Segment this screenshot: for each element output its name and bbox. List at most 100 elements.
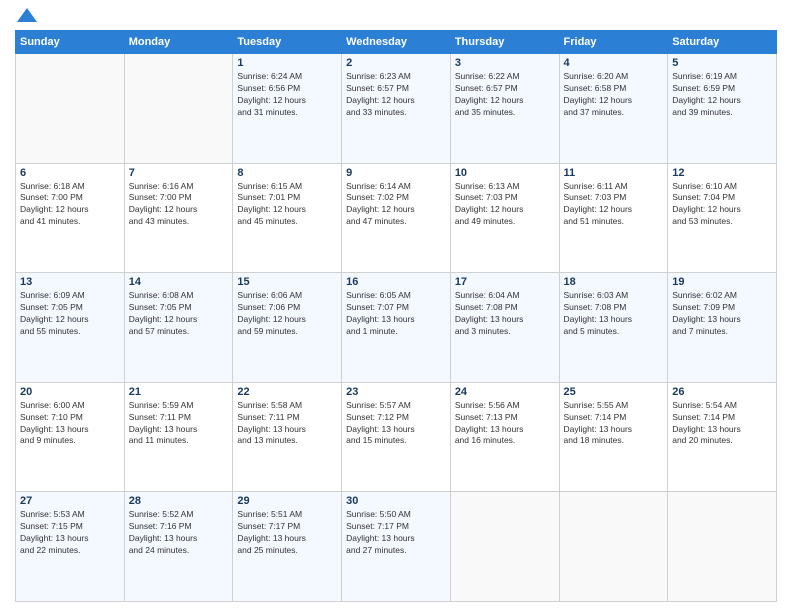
day-detail: Sunrise: 6:15 AM Sunset: 7:01 PM Dayligh…: [237, 181, 337, 229]
day-number: 24: [455, 386, 555, 398]
day-number: 22: [237, 386, 337, 398]
calendar-cell: 26 Sunrise: 5:54 AM Sunset: 7:14 PM Dayli…: [668, 382, 777, 492]
logo: [15, 10, 37, 22]
day-detail: Sunrise: 6:20 AM Sunset: 6:58 PM Dayligh…: [564, 71, 664, 119]
calendar-cell: 23 Sunrise: 5:57 AM Sunset: 7:12 PM Dayli…: [342, 382, 451, 492]
day-detail: Sunrise: 6:05 AM Sunset: 7:07 PM Dayligh…: [346, 290, 446, 338]
calendar-cell: 13 Sunrise: 6:09 AM Sunset: 7:05 PM Dayli…: [16, 273, 125, 383]
day-number: 20: [20, 386, 120, 398]
calendar-cell: 18Sunrise: 6:03 AM Sunset: 7:08 PM Dayli…: [559, 273, 668, 383]
day-number: 1: [237, 57, 337, 69]
day-detail: Sunrise: 6:24 AM Sunset: 6:56 PM Dayligh…: [237, 71, 337, 119]
day-number: 15: [237, 276, 337, 288]
day-detail: Sunrise: 5:56 AM Sunset: 7:13 PM Dayligh…: [455, 400, 555, 448]
calendar-cell: 27Sunrise: 5:53 AM Sunset: 7:15 PM Dayli…: [16, 492, 125, 602]
weekday-header-monday: Monday: [124, 31, 233, 54]
day-number: 28: [129, 495, 229, 507]
weekday-header-tuesday: Tuesday: [233, 31, 342, 54]
day-number: 26: [672, 386, 772, 398]
calendar-cell: 20 Sunrise: 6:00 AM Sunset: 7:10 PM Dayli…: [16, 382, 125, 492]
day-detail: Sunrise: 6:04 AM Sunset: 7:08 PM Dayligh…: [455, 290, 555, 338]
calendar-cell: 12 Sunrise: 6:10 AM Sunset: 7:04 PM Dayli…: [668, 163, 777, 273]
calendar-header-row: SundayMondayTuesdayWednesdayThursdayFrid…: [16, 31, 777, 54]
calendar-cell: 30 Sunrise: 5:50 AM Sunset: 7:17 PM Dayli…: [342, 492, 451, 602]
day-detail: Sunrise: 6:06 AM Sunset: 7:06 PM Dayligh…: [237, 290, 337, 338]
day-number: 25: [564, 386, 664, 398]
day-detail: Sunrise: 6:18 AM Sunset: 7:00 PM Dayligh…: [20, 181, 120, 229]
weekday-header-thursday: Thursday: [450, 31, 559, 54]
calendar-cell: 1 Sunrise: 6:24 AM Sunset: 6:56 PM Daylig…: [233, 54, 342, 164]
day-number: 27: [20, 495, 120, 507]
day-detail: Sunrise: 5:54 AM Sunset: 7:14 PM Dayligh…: [672, 400, 772, 448]
day-number: 12: [672, 167, 772, 179]
calendar-cell: 17 Sunrise: 6:04 AM Sunset: 7:08 PM Dayli…: [450, 273, 559, 383]
day-detail: Sunrise: 6:16 AM Sunset: 7:00 PM Dayligh…: [129, 181, 229, 229]
calendar-cell: 4 Sunrise: 6:20 AM Sunset: 6:58 PM Daylig…: [559, 54, 668, 164]
calendar-cell: 16 Sunrise: 6:05 AM Sunset: 7:07 PM Dayli…: [342, 273, 451, 383]
calendar-cell: [450, 492, 559, 602]
weekday-header-saturday: Saturday: [668, 31, 777, 54]
day-number: 2: [346, 57, 446, 69]
calendar-cell: 9 Sunrise: 6:14 AM Sunset: 7:02 PM Daylig…: [342, 163, 451, 273]
day-number: 30: [346, 495, 446, 507]
day-detail: Sunrise: 5:52 AM Sunset: 7:16 PM Dayligh…: [129, 509, 229, 557]
day-number: 5: [672, 57, 772, 69]
calendar-cell: 21 Sunrise: 5:59 AM Sunset: 7:11 PM Dayli…: [124, 382, 233, 492]
calendar-cell: 7 Sunrise: 6:16 AM Sunset: 7:00 PM Daylig…: [124, 163, 233, 273]
calendar-cell: 19 Sunrise: 6:02 AM Sunset: 7:09 PM Dayli…: [668, 273, 777, 383]
day-number: 19: [672, 276, 772, 288]
day-detail: Sunrise: 6:11 AM Sunset: 7:03 PM Dayligh…: [564, 181, 664, 229]
day-detail: Sunrise: 5:58 AM Sunset: 7:11 PM Dayligh…: [237, 400, 337, 448]
weekday-header-sunday: Sunday: [16, 31, 125, 54]
day-detail: Sunrise: 6:22 AM Sunset: 6:57 PM Dayligh…: [455, 71, 555, 119]
day-detail: Sunrise: 5:57 AM Sunset: 7:12 PM Dayligh…: [346, 400, 446, 448]
day-number: 9: [346, 167, 446, 179]
calendar-cell: 25Sunrise: 5:55 AM Sunset: 7:14 PM Dayli…: [559, 382, 668, 492]
day-detail: Sunrise: 5:51 AM Sunset: 7:17 PM Dayligh…: [237, 509, 337, 557]
day-number: 21: [129, 386, 229, 398]
day-detail: Sunrise: 6:14 AM Sunset: 7:02 PM Dayligh…: [346, 181, 446, 229]
day-number: 23: [346, 386, 446, 398]
day-detail: Sunrise: 5:59 AM Sunset: 7:11 PM Dayligh…: [129, 400, 229, 448]
calendar-week-row: 27Sunrise: 5:53 AM Sunset: 7:15 PM Dayli…: [16, 492, 777, 602]
day-detail: Sunrise: 6:23 AM Sunset: 6:57 PM Dayligh…: [346, 71, 446, 119]
calendar-cell: 2 Sunrise: 6:23 AM Sunset: 6:57 PM Daylig…: [342, 54, 451, 164]
weekday-header-friday: Friday: [559, 31, 668, 54]
page-container: SundayMondayTuesdayWednesdayThursdayFrid…: [0, 0, 792, 612]
calendar-week-row: 20 Sunrise: 6:00 AM Sunset: 7:10 PM Dayli…: [16, 382, 777, 492]
day-number: 17: [455, 276, 555, 288]
day-detail: Sunrise: 6:10 AM Sunset: 7:04 PM Dayligh…: [672, 181, 772, 229]
calendar-cell: 10Sunrise: 6:13 AM Sunset: 7:03 PM Dayli…: [450, 163, 559, 273]
day-number: 4: [564, 57, 664, 69]
day-number: 14: [129, 276, 229, 288]
day-detail: Sunrise: 6:03 AM Sunset: 7:08 PM Dayligh…: [564, 290, 664, 338]
day-number: 29: [237, 495, 337, 507]
calendar-cell: 8 Sunrise: 6:15 AM Sunset: 7:01 PM Daylig…: [233, 163, 342, 273]
calendar-cell: 3 Sunrise: 6:22 AM Sunset: 6:57 PM Daylig…: [450, 54, 559, 164]
day-detail: Sunrise: 6:08 AM Sunset: 7:05 PM Dayligh…: [129, 290, 229, 338]
calendar-cell: 15 Sunrise: 6:06 AM Sunset: 7:06 PM Dayli…: [233, 273, 342, 383]
calendar-week-row: 13 Sunrise: 6:09 AM Sunset: 7:05 PM Dayli…: [16, 273, 777, 383]
calendar-cell: 14 Sunrise: 6:08 AM Sunset: 7:05 PM Dayli…: [124, 273, 233, 383]
day-number: 13: [20, 276, 120, 288]
day-number: 8: [237, 167, 337, 179]
logo-icon: [17, 8, 37, 22]
day-detail: Sunrise: 5:50 AM Sunset: 7:17 PM Dayligh…: [346, 509, 446, 557]
day-detail: Sunrise: 6:09 AM Sunset: 7:05 PM Dayligh…: [20, 290, 120, 338]
calendar-cell: 11Sunrise: 6:11 AM Sunset: 7:03 PM Dayli…: [559, 163, 668, 273]
calendar-cell: 5Sunrise: 6:19 AM Sunset: 6:59 PM Daylig…: [668, 54, 777, 164]
calendar-cell: 22 Sunrise: 5:58 AM Sunset: 7:11 PM Dayli…: [233, 382, 342, 492]
day-number: 7: [129, 167, 229, 179]
header: [15, 10, 777, 22]
calendar-cell: 29 Sunrise: 5:51 AM Sunset: 7:17 PM Dayli…: [233, 492, 342, 602]
day-detail: Sunrise: 6:00 AM Sunset: 7:10 PM Dayligh…: [20, 400, 120, 448]
calendar-cell: 24 Sunrise: 5:56 AM Sunset: 7:13 PM Dayli…: [450, 382, 559, 492]
calendar-cell: [668, 492, 777, 602]
calendar-cell: [124, 54, 233, 164]
calendar-week-row: 1 Sunrise: 6:24 AM Sunset: 6:56 PM Daylig…: [16, 54, 777, 164]
calendar-cell: 28 Sunrise: 5:52 AM Sunset: 7:16 PM Dayli…: [124, 492, 233, 602]
day-detail: Sunrise: 6:02 AM Sunset: 7:09 PM Dayligh…: [672, 290, 772, 338]
day-number: 16: [346, 276, 446, 288]
day-number: 3: [455, 57, 555, 69]
calendar-cell: 6Sunrise: 6:18 AM Sunset: 7:00 PM Daylig…: [16, 163, 125, 273]
